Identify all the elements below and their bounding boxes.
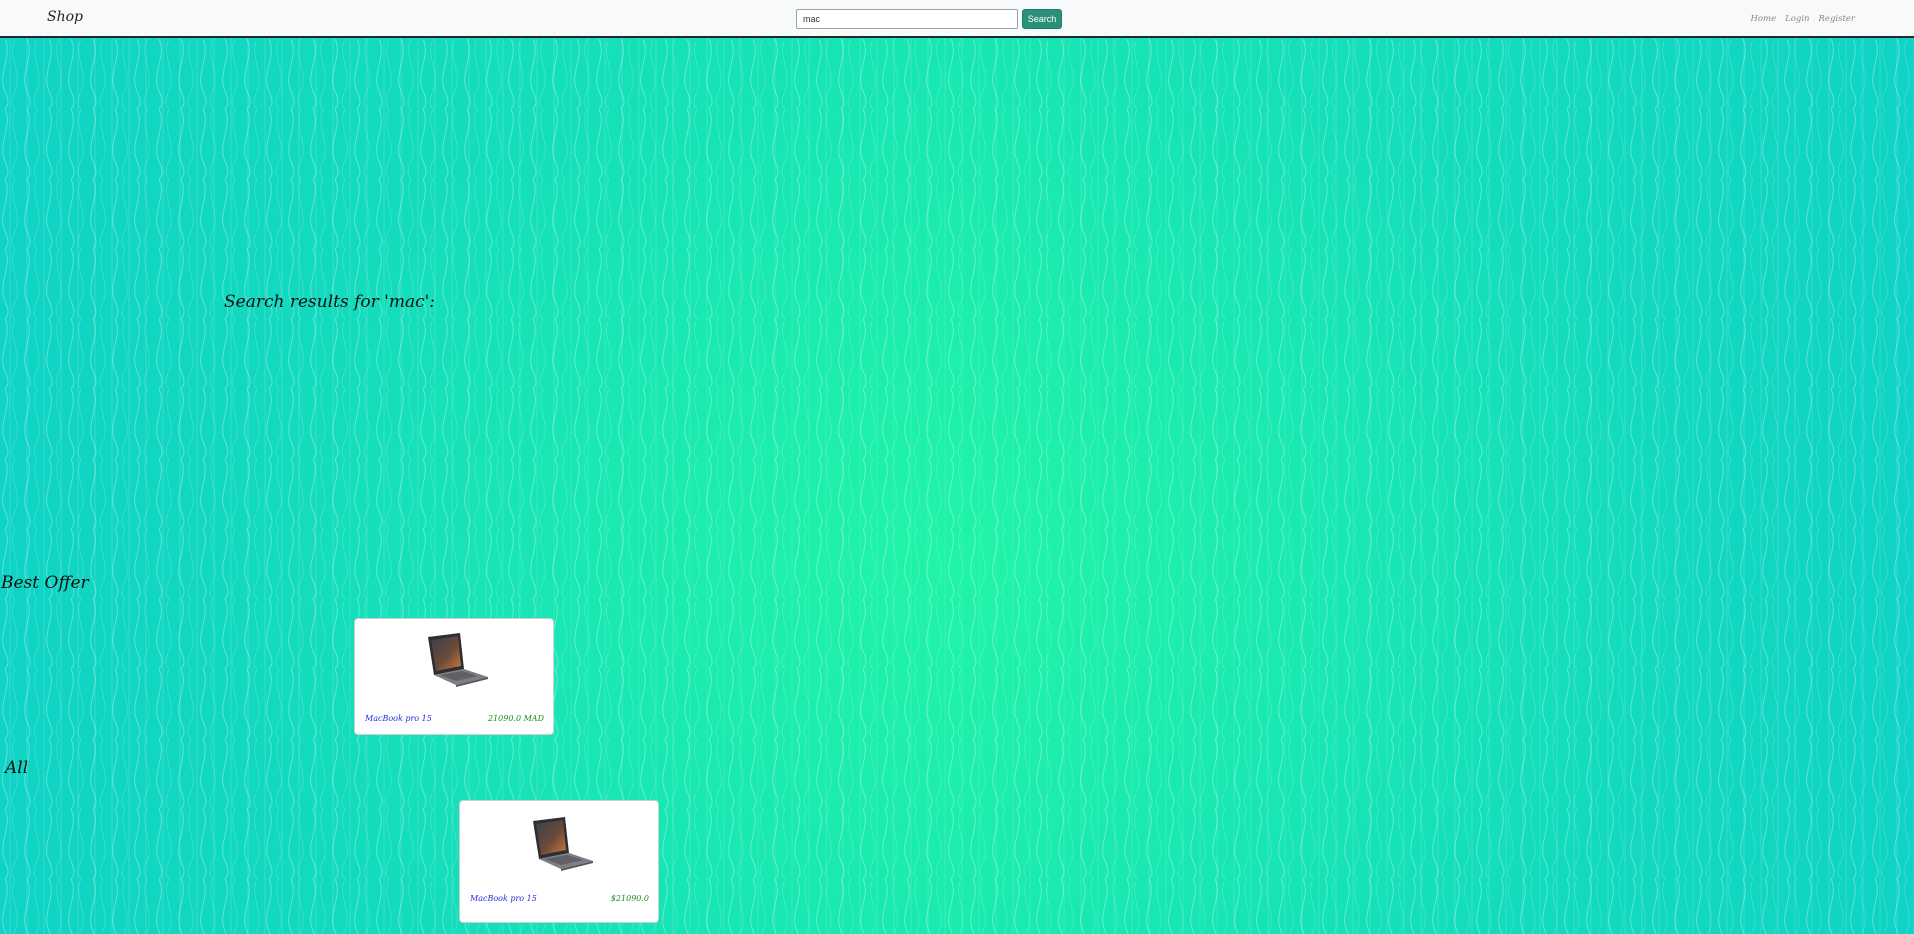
laptop-icon: [428, 633, 488, 687]
product-name-link[interactable]: MacBook pro 15: [365, 714, 432, 723]
laptop-icon: [533, 817, 593, 871]
navbar: Shop Search Home Login Register: [0, 0, 1914, 38]
brand-link[interactable]: Shop: [47, 9, 83, 25]
search-button[interactable]: Search: [1022, 9, 1062, 29]
product-name-link[interactable]: MacBook pro 15: [470, 894, 537, 903]
search-results-heading: Search results for 'mac':: [224, 292, 436, 312]
background-wave-pattern: [0, 39, 1914, 934]
product-price: $21090.0: [610, 894, 649, 903]
product-price: 21090.0 MAD: [487, 714, 544, 723]
nav-link-home[interactable]: Home: [1751, 14, 1777, 24]
nav-link-register[interactable]: Register: [1819, 14, 1855, 24]
product-card[interactable]: MacBook pro 15 21090.0 MAD: [354, 618, 554, 735]
nav-link-login[interactable]: Login: [1785, 14, 1809, 24]
best-offer-heading: Best Offer: [1, 573, 89, 593]
nav-links: Home Login Register: [1751, 14, 1856, 24]
all-heading: All: [5, 758, 29, 778]
product-card[interactable]: MacBook pro 15 $21090.0: [459, 800, 659, 923]
search-input[interactable]: [796, 9, 1018, 29]
